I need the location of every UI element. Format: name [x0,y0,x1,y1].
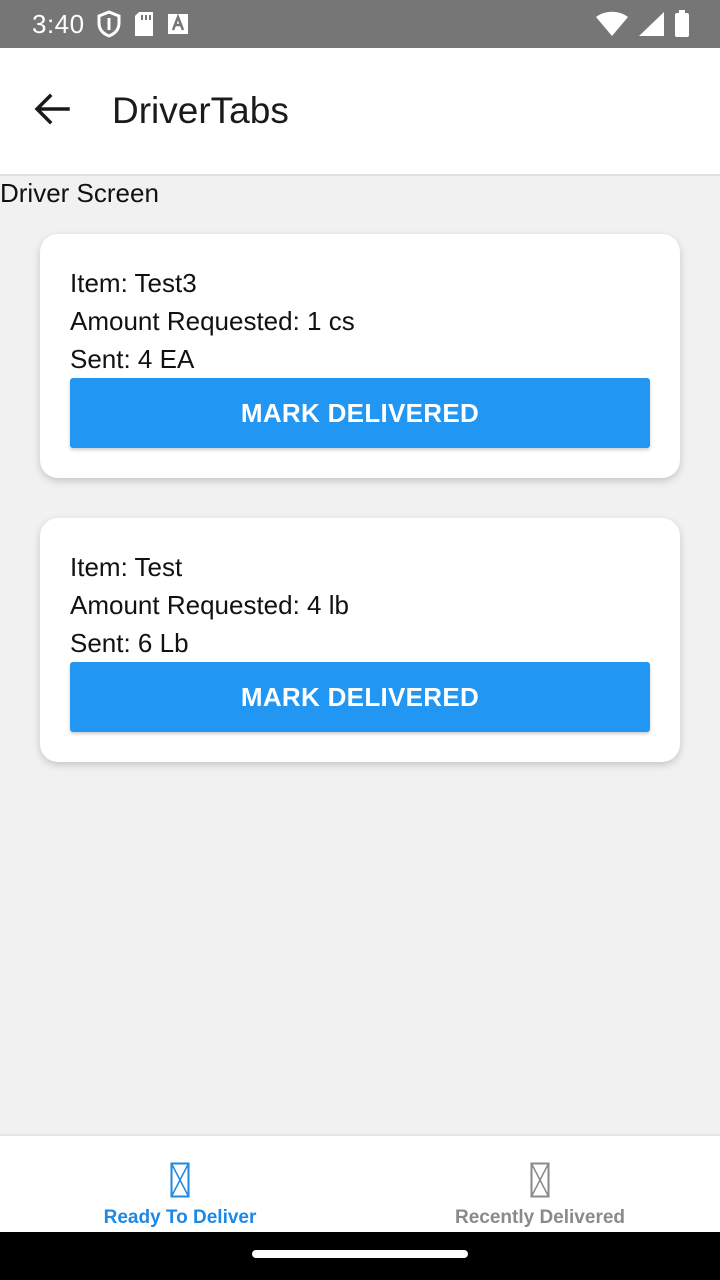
placeholder-icon [170,1162,190,1203]
delivery-card: Item: Test3 Amount Requested: 1 cs Sent:… [40,234,680,478]
system-nav-bar [0,1232,720,1280]
status-notification-icons [97,10,189,38]
tab-label: Recently Delivered [454,1207,626,1228]
app-bar: DriverTabs [0,48,720,176]
tab-ready-to-deliver[interactable]: Ready To Deliver [0,1136,360,1232]
home-gesture-handle[interactable] [252,1250,468,1258]
amount-requested: Amount Requested: 4 lb [70,590,349,620]
status-bar: 3:40 [0,0,720,48]
mark-delivered-button[interactable]: MARK DELIVERED [70,662,650,732]
battery-icon [674,10,690,38]
item-name: Item: Test [70,552,183,582]
shield-icon [97,10,121,38]
amount-sent: Sent: 4 EA [70,344,195,374]
wifi-icon [596,11,628,37]
tab-label: Ready To Deliver [103,1207,257,1228]
signal-icon [638,11,664,37]
status-system-icons [596,10,690,38]
page-title: DriverTabs [112,90,289,131]
item-name: Item: Test3 [70,268,197,298]
amount-sent: Sent: 6 Lb [70,628,189,658]
arrow-back-icon [34,93,70,130]
screen-label: Driver Screen [0,178,159,208]
sd-card-icon [133,11,155,37]
tab-recently-delivered[interactable]: Recently Delivered [360,1136,720,1232]
status-time: 3:40 [32,8,85,39]
mark-delivered-button[interactable]: MARK DELIVERED [70,378,650,448]
amount-requested: Amount Requested: 1 cs [70,306,355,336]
placeholder-icon [530,1162,550,1203]
back-button[interactable] [20,79,84,143]
font-icon [167,13,189,35]
delivery-card: Item: Test Amount Requested: 4 lb Sent: … [40,518,680,762]
bottom-tab-bar: Ready To Deliver Recently Delivered [0,1134,720,1232]
